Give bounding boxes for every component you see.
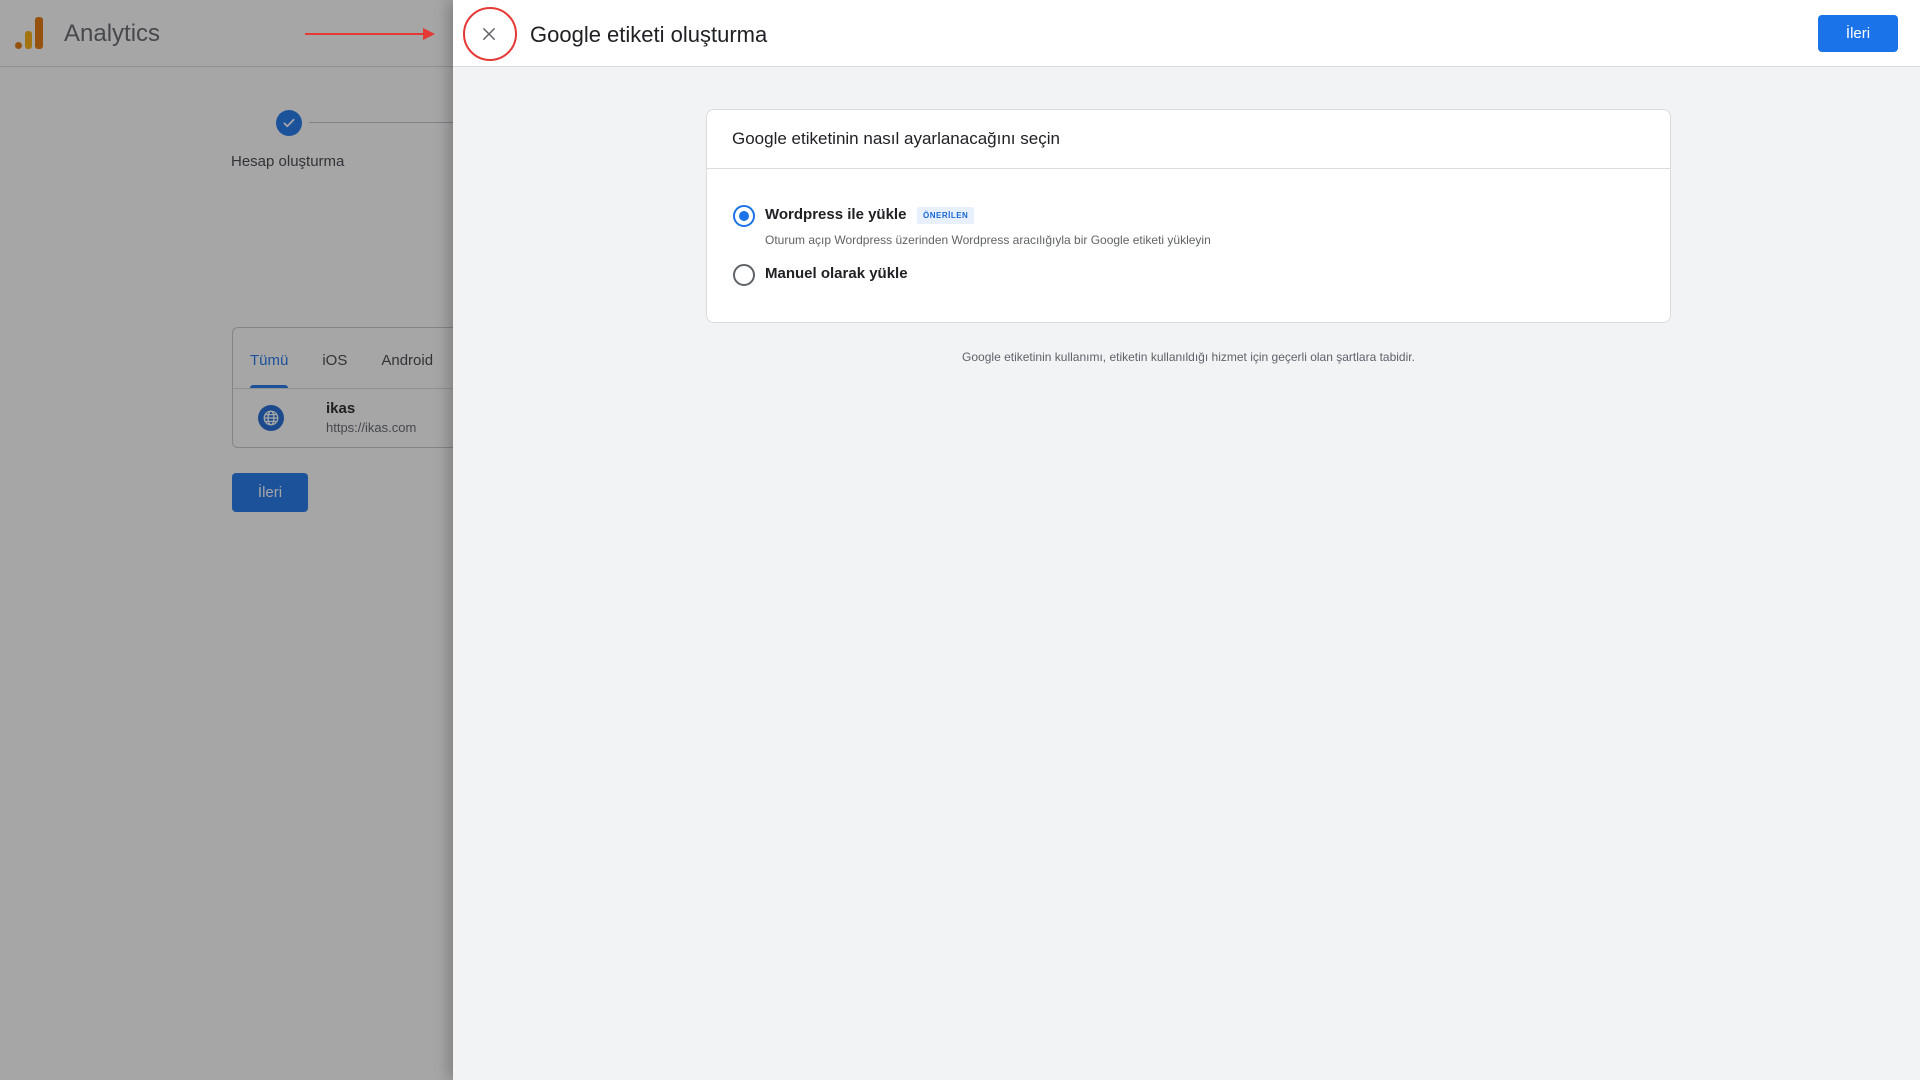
setup-card-title: Google etiketinin nasıl ayarlanacağını s… — [732, 129, 1060, 148]
recommended-badge: ÖNERİLEN — [917, 207, 975, 224]
google-tag-panel: Google etiketi oluşturma İleri Google et… — [453, 0, 1920, 1080]
card-divider — [707, 168, 1670, 169]
manual-option-label[interactable]: Manuel olarak yükle — [765, 265, 908, 282]
panel-header: Google etiketi oluşturma İleri — [453, 0, 1920, 67]
manual-radio[interactable] — [733, 264, 755, 286]
wordpress-option-description: Oturum açıp Wordpress üzerinden Wordpres… — [765, 233, 1211, 247]
wordpress-option-label[interactable]: Wordpress ile yükle — [765, 206, 906, 223]
wordpress-radio[interactable] — [733, 205, 755, 227]
annotation-arrow-icon — [305, 28, 435, 40]
close-icon — [483, 28, 495, 40]
panel-title: Google etiketi oluşturma — [530, 22, 768, 47]
close-button[interactable] — [471, 16, 507, 52]
next-button[interactable]: İleri — [1818, 15, 1898, 52]
terms-text: Google etiketinin kullanımı, etiketin ku… — [962, 350, 1415, 364]
tag-setup-card: Google etiketinin nasıl ayarlanacağını s… — [706, 109, 1671, 323]
